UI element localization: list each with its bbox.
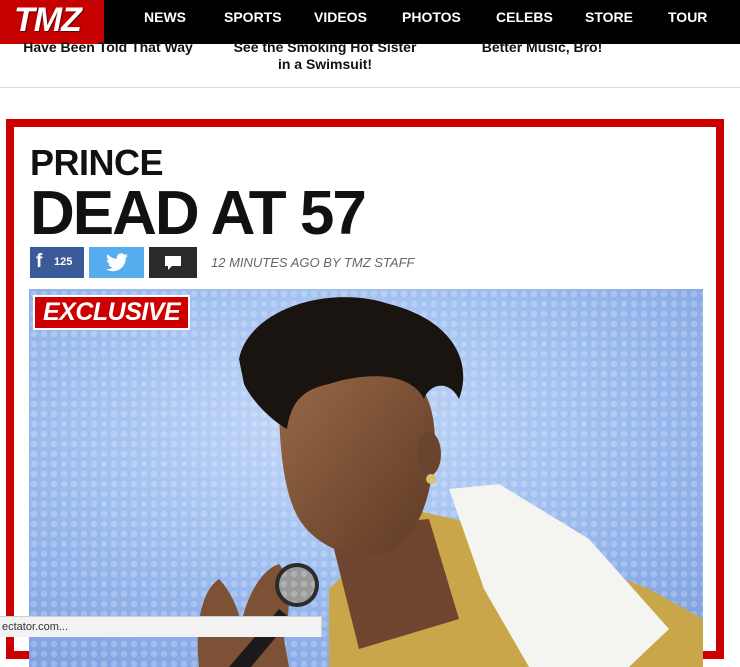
facebook-share-count: 125: [54, 256, 73, 268]
browser-status-bar: ectator.com...: [0, 616, 322, 637]
nav-item-tour[interactable]: TOUR: [668, 9, 707, 25]
article-headline[interactable]: DEAD AT 57: [30, 179, 367, 249]
article-photo[interactable]: EXCLUSIVE: [29, 289, 703, 667]
teaser-strip: Have Been Told That Way See the Smoking …: [0, 39, 740, 88]
twitter-share-button[interactable]: [89, 247, 144, 278]
article-frame: PRINCE DEAD AT 57 f 125 12 MINUTES AGO B…: [6, 119, 724, 667]
comment-icon: [165, 256, 181, 270]
facebook-share-button[interactable]: f 125: [30, 247, 84, 278]
logo-text: TMZ: [14, 1, 82, 39]
nav-item-sports[interactable]: SPORTS: [224, 9, 282, 25]
nav-item-videos[interactable]: VIDEOS: [314, 9, 367, 25]
teaser-link-1[interactable]: Have Been Told That Way: [18, 39, 198, 56]
teaser-line: in a Swimsuit!: [277, 56, 373, 72]
main-nav: NEWS SPORTS VIDEOS PHOTOS CELEBS STORE T…: [104, 0, 740, 34]
nav-item-celebs[interactable]: CELEBS: [496, 9, 553, 25]
performer-photo-icon: [29, 289, 703, 667]
tmz-logo[interactable]: TMZ: [0, 0, 104, 44]
comment-button[interactable]: [149, 247, 197, 278]
twitter-bird-icon: [106, 253, 128, 272]
teaser-link-2[interactable]: See the Smoking Hot Sister in a Swimsuit…: [222, 39, 428, 73]
teaser-line: Better Music, Bro!: [481, 39, 603, 55]
teaser-link-3[interactable]: Better Music, Bro!: [472, 39, 612, 56]
exclusive-badge: EXCLUSIVE: [33, 295, 191, 330]
article-byline: 12 MINUTES AGO BY TMZ STAFF: [211, 255, 415, 270]
nav-item-store[interactable]: STORE: [585, 9, 633, 25]
nav-item-photos[interactable]: PHOTOS: [402, 9, 461, 25]
top-nav-bar: TMZ NEWS SPORTS VIDEOS PHOTOS CELEBS STO…: [0, 0, 740, 44]
article-kicker: PRINCE: [30, 142, 164, 183]
nav-item-news[interactable]: NEWS: [144, 9, 186, 25]
teaser-line: Have Been Told That Way: [23, 39, 193, 55]
teaser-line: See the Smoking Hot Sister: [233, 39, 417, 55]
facebook-icon: f: [36, 251, 43, 272]
